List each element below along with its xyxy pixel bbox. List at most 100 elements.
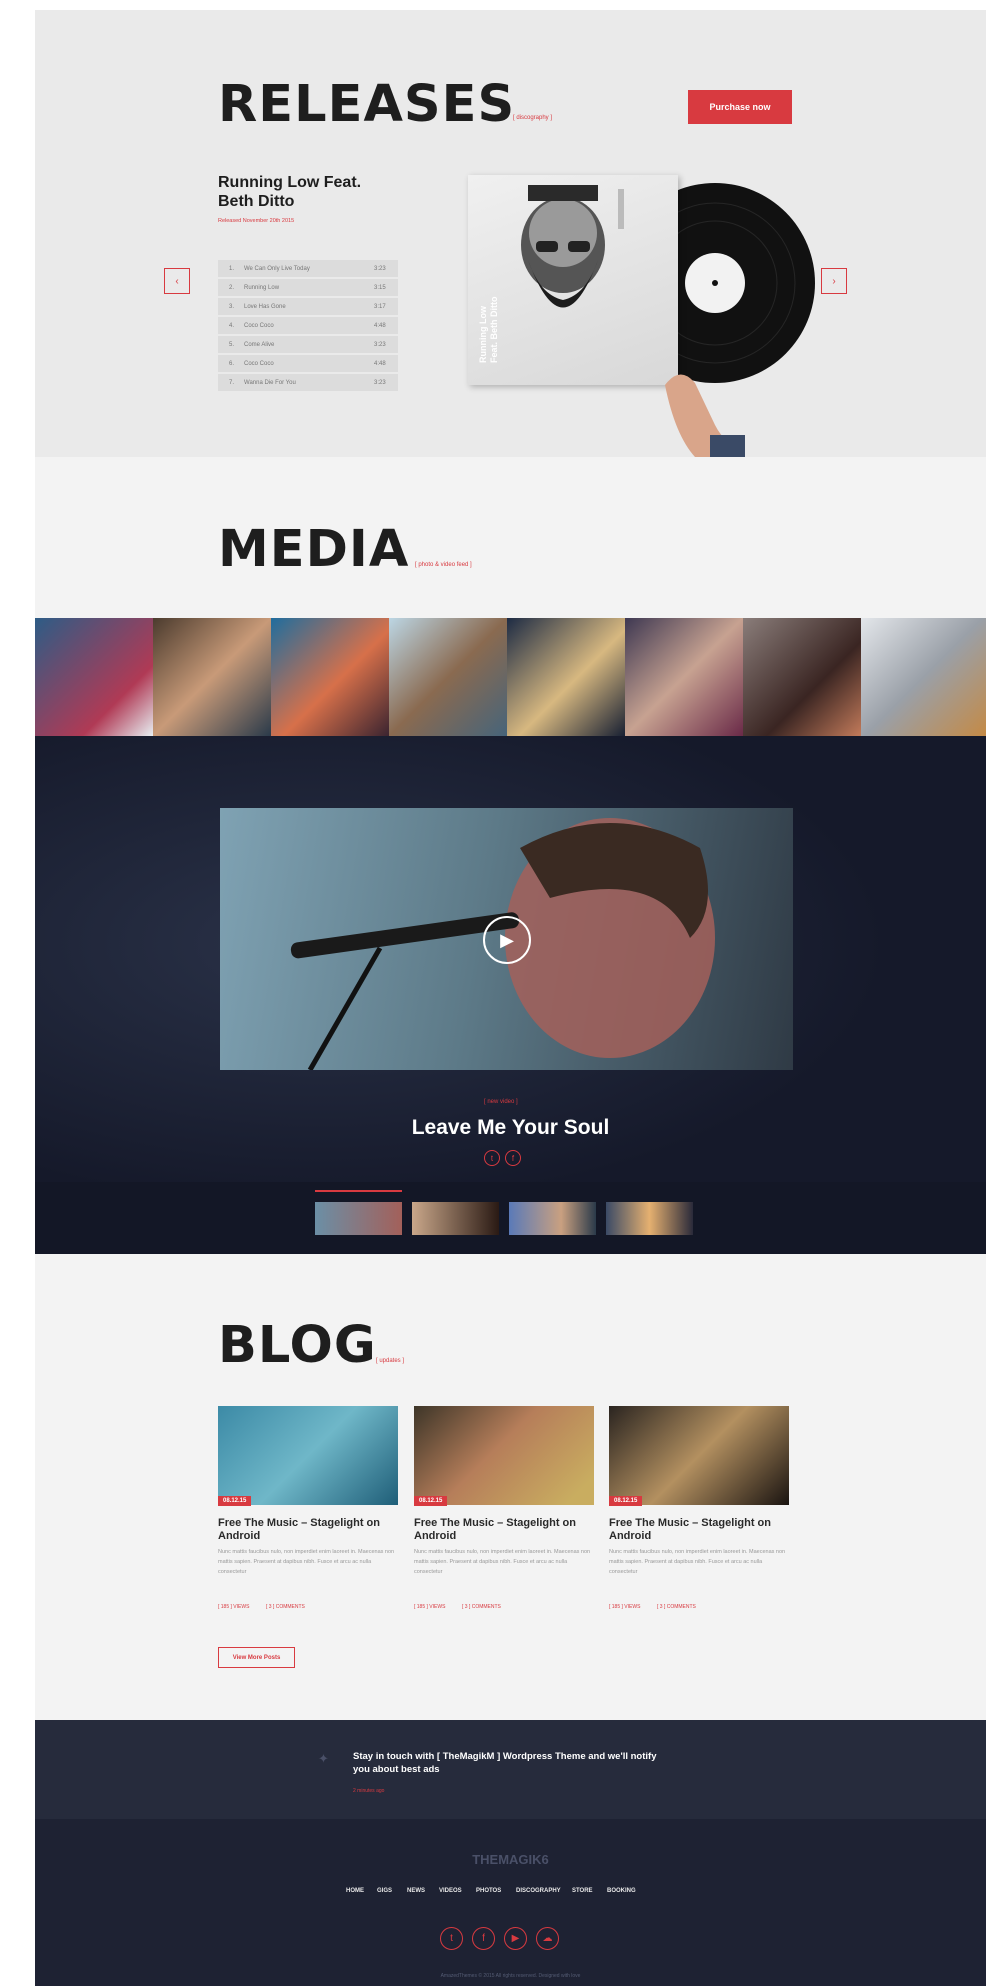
facebook-share-icon[interactable]: f [505, 1150, 521, 1166]
video-thumb-2[interactable] [412, 1202, 499, 1235]
newsletter-text: Stay in touch with [ TheMagikM ] Wordpre… [353, 1750, 656, 1776]
track-row[interactable]: 7. Wanna Die For You 3:23 [218, 374, 398, 391]
release-date: Released November 20th 2015 [218, 218, 295, 224]
photo-4[interactable] [389, 618, 507, 736]
track-row[interactable]: 5. Come Alive 3:23 [218, 336, 398, 353]
album-title: Running Low Feat. Beth Ditto [218, 173, 361, 211]
newsletter-text-line-1: Stay in touch with [ TheMagikM ] Wordpre… [353, 1751, 657, 1762]
photo-strip [35, 618, 986, 736]
facebook-icon[interactable]: f [472, 1927, 495, 1950]
post-image-1[interactable] [218, 1406, 398, 1505]
post-title[interactable]: Free The Music – Stagelight on Android [609, 1517, 792, 1543]
track-duration: 4:48 [374, 360, 386, 367]
track-duration: 4:48 [374, 322, 386, 329]
post-views: [ 185 ] VIEWS [609, 1604, 641, 1610]
album-cover: Running Low Feat. Beth Ditto [468, 175, 678, 385]
next-release-button[interactable]: › [821, 268, 847, 294]
releases-tag: [ discography ] [513, 115, 553, 121]
video-section: ▶ [ new video ] Leave Me Your Soul t f [35, 736, 986, 1254]
album-title-line-2: Beth Ditto [218, 193, 295, 210]
twitter-icon: ✦ [318, 1751, 329, 1766]
track-title: Wanna Die For You [244, 379, 296, 386]
footer-nav-home[interactable]: HOME [346, 1888, 364, 1894]
footer-nav-photos[interactable]: PHOTOS [476, 1888, 501, 1894]
footer-nav-news[interactable]: NEWS [407, 1888, 425, 1894]
post-date-badge: 08.12.15 [609, 1496, 643, 1506]
post-views: [ 185 ] VIEWS [218, 1604, 250, 1610]
chevron-right-icon: › [832, 275, 836, 287]
copyright: AmazedThemes © 2015 All rights reserved.… [440, 1973, 581, 1979]
soundcloud-icon[interactable]: ☁ [536, 1927, 559, 1950]
blog-section: BLOG [ updates ] 08.12.15 Free The Music … [35, 1254, 986, 1720]
photo-2[interactable] [153, 618, 271, 736]
post-date-badge: 08.12.15 [414, 1496, 448, 1506]
photo-1[interactable] [35, 618, 153, 736]
photo-3[interactable] [271, 618, 389, 736]
media-tag: [ photo & video feed ] [415, 562, 472, 568]
footer-nav-store[interactable]: STORE [572, 1888, 593, 1894]
track-row[interactable]: 4. Coco Coco 4:48 [218, 317, 398, 334]
track-number: 1. [228, 265, 234, 272]
album-title-line-1: Running Low Feat. [218, 174, 362, 191]
track-row[interactable]: 3. Love Has Gone 3:17 [218, 298, 398, 315]
track-title: Running Low [244, 284, 280, 291]
youtube-icon[interactable]: ▶ [504, 1927, 527, 1950]
view-more-posts-button[interactable]: View More Posts [218, 1647, 295, 1668]
track-duration: 3:17 [374, 303, 386, 310]
cover-title: Running Low Feat. Beth Ditto [478, 297, 500, 364]
video-thumb-4[interactable] [606, 1202, 693, 1235]
track-duration: 3:15 [374, 284, 386, 291]
track-title: Coco Coco [244, 360, 274, 367]
video-player[interactable]: ▶ [220, 808, 793, 1070]
releases-heading: RELEASES [218, 75, 516, 134]
photo-5[interactable] [507, 618, 625, 736]
footer-nav-discography[interactable]: DISCOGRAPHY [516, 1888, 561, 1894]
track-duration: 3:23 [374, 379, 386, 386]
track-title: Coco Coco [244, 322, 274, 329]
post-views: [ 185 ] VIEWS [414, 1604, 446, 1610]
post-body: Nunc mattis faucibus nulo, non imperdiet… [414, 1549, 591, 1575]
track-number: 3. [228, 303, 234, 310]
track-row[interactable]: 2. Running Low 3:15 [218, 279, 398, 296]
newsletter-section: ✦ Stay in touch with [ TheMagikM ] Wordp… [35, 1720, 986, 1819]
post-comments: [ 3 ] COMMENTS [266, 1604, 305, 1610]
footer-nav-videos[interactable]: VIDEOS [439, 1888, 462, 1894]
newsletter-sub: 2 minutes ago [353, 1788, 385, 1794]
play-icon[interactable]: ▶ [483, 916, 531, 964]
track-number: 6. [228, 360, 234, 367]
prev-release-button[interactable]: ‹ [164, 268, 190, 294]
blog-tag: [ updates ] [376, 1358, 405, 1364]
hand-image [665, 374, 745, 457]
track-row[interactable]: 6. Coco Coco 4:48 [218, 355, 398, 372]
track-number: 5. [228, 341, 234, 348]
video-thumb-1[interactable] [315, 1202, 402, 1235]
post-image-3[interactable] [609, 1406, 789, 1505]
blog-heading: BLOG [218, 1316, 377, 1375]
photo-8[interactable] [861, 618, 986, 736]
track-title: We Can Only Live Today [244, 265, 310, 272]
post-image-2[interactable] [414, 1406, 594, 1505]
photo-6[interactable] [625, 618, 743, 736]
cover-title-line-2: Feat. Beth Ditto [489, 296, 499, 364]
video-thumb-3[interactable] [509, 1202, 596, 1235]
post-comments: [ 3 ] COMMENTS [657, 1604, 696, 1610]
track-row[interactable]: 1. We Can Only Live Today 3:23 [218, 260, 398, 277]
post-title[interactable]: Free The Music – Stagelight on Android [218, 1517, 401, 1543]
track-title: Come Alive [244, 341, 275, 348]
track-title: Love Has Gone [244, 303, 286, 310]
track-number: 7. [228, 379, 234, 386]
media-heading: MEDIA [218, 520, 410, 579]
cover-title-line-1: Running Low [478, 306, 488, 363]
footer-nav-gigs[interactable]: GIGS [377, 1888, 392, 1894]
purchase-button[interactable]: Purchase now [688, 90, 792, 124]
footer: THEMAGIK6 HOME GIGS NEWS VIDEOS PHOTOS DISCOG… [35, 1819, 986, 1986]
footer-nav-booking[interactable]: BOOKING [607, 1888, 636, 1894]
track-number: 4. [228, 322, 234, 329]
post-body: Nunc mattis faucibus nulo, non imperdiet… [609, 1549, 786, 1575]
photo-7[interactable] [743, 618, 861, 736]
page: RELEASES [ discography ] Purchase now Ru… [35, 10, 986, 1986]
twitter-icon[interactable]: t [440, 1927, 463, 1950]
footer-logo[interactable]: THEMAGIK6 [35, 1852, 986, 1867]
twitter-share-icon[interactable]: t [484, 1150, 500, 1166]
post-title[interactable]: Free The Music – Stagelight on Android [414, 1517, 597, 1543]
